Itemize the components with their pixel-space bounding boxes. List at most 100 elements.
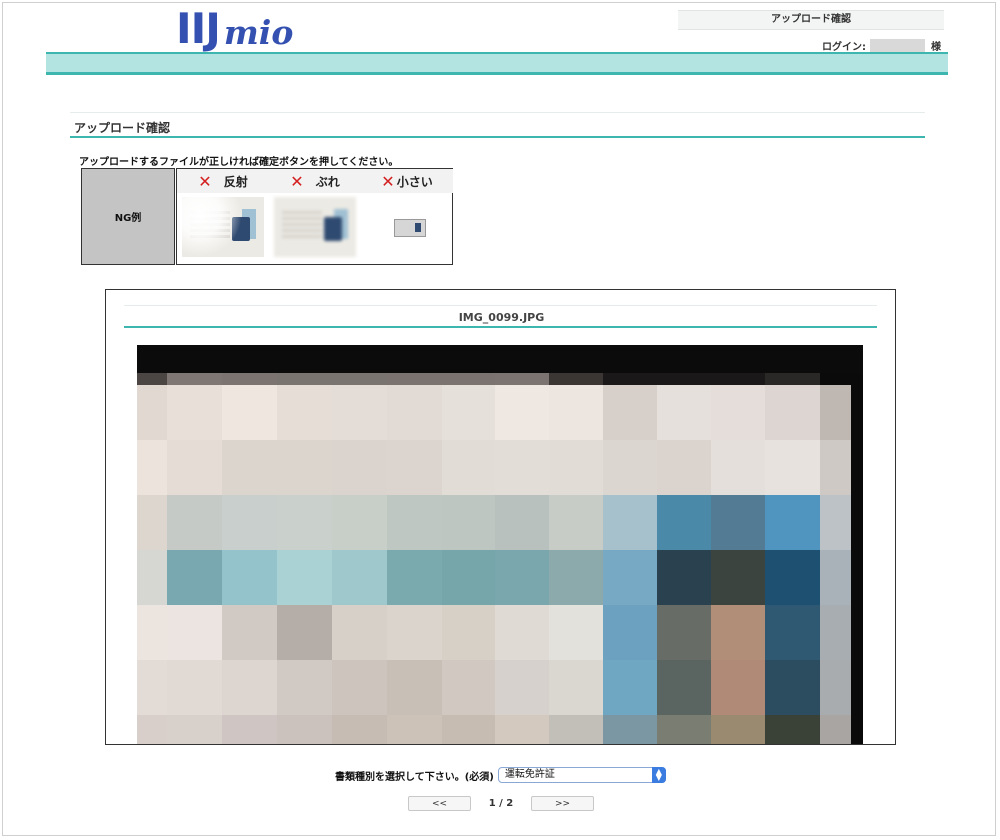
mosaic-tile (495, 385, 549, 440)
mosaic-tile (657, 605, 711, 660)
ng-label-text: NG例 (114, 213, 142, 224)
mosaic-tile (222, 715, 277, 744)
iijmio-logo[interactable]: IIJ mio (176, 6, 293, 50)
mosaic-tile (442, 660, 495, 715)
mosaic-tile (495, 660, 549, 715)
upload-instruction: アップロードするファイルが正しければ確定ボタンを押してください。 (79, 157, 399, 168)
ng-example-blur: ✕ ぶれ (269, 169, 361, 264)
mosaic-tile (137, 550, 167, 605)
mosaic-tile (820, 385, 851, 440)
mosaic-tile (137, 495, 167, 550)
mosaic-tile (549, 440, 603, 495)
mosaic-tile (167, 373, 222, 385)
mosaic-tile (137, 660, 167, 715)
mosaic-tile (711, 385, 765, 440)
mosaic-tile (820, 715, 851, 744)
x-mark-icon: ✕ (198, 171, 212, 191)
mosaic-tile (711, 605, 765, 660)
mosaic-tile (657, 385, 711, 440)
mosaic-tile (332, 605, 387, 660)
mosaic-tile (387, 660, 442, 715)
mosaic-tile (387, 550, 442, 605)
x-mark-icon: ✕ (381, 171, 395, 191)
mosaic-tile (603, 373, 657, 385)
mosaic-tile (549, 495, 603, 550)
mosaic-tile (442, 715, 495, 744)
mosaic-tile (277, 440, 332, 495)
ng-example-reflection: ✕ 反射 (177, 169, 269, 264)
login-info: ログイン: 様 (822, 38, 941, 53)
mosaic-tile (332, 715, 387, 744)
mosaic-tile (442, 495, 495, 550)
mosaic-tile (442, 385, 495, 440)
pager: << 1 / 2 >> (408, 796, 594, 811)
mosaic-tile (387, 715, 442, 744)
mosaic-tile (277, 660, 332, 715)
mosaic-tile (549, 715, 603, 744)
mosaic-tile (495, 440, 549, 495)
mosaic-tile (277, 495, 332, 550)
ng-example-header: ✕ 反射 (177, 169, 269, 193)
mosaic-tile (711, 715, 765, 744)
mosaic-tile (603, 550, 657, 605)
mosaic-tile (277, 385, 332, 440)
mosaic-tile (820, 495, 851, 550)
x-mark-icon: ✕ (290, 171, 304, 191)
uploaded-image-preview: IMG_0099.JPG (105, 289, 896, 745)
section-title: アップロード確認 (74, 121, 171, 135)
ng-example-label: 反射 (223, 174, 248, 189)
document-type-label: 書類種別を選択して下さい。(必須) (335, 771, 494, 783)
mosaic-tile (387, 495, 442, 550)
mosaic-tile (820, 605, 851, 660)
ng-example-header: ✕ ぶれ (269, 169, 361, 193)
mosaic-tile (332, 440, 387, 495)
login-honorific: 様 (931, 42, 941, 53)
mosaic-tile (387, 385, 442, 440)
document-type-select[interactable]: 運転免許証 ▲ ▼ (497, 767, 666, 783)
ng-example-label: 小さい (396, 174, 433, 189)
header-band-line-bottom (46, 72, 948, 75)
mosaic-tile (277, 715, 332, 744)
mosaic-tile (495, 715, 549, 744)
mosaic-tile (549, 550, 603, 605)
mosaic-tile (657, 373, 711, 385)
mosaic-tile (137, 605, 167, 660)
mosaic-tile (277, 605, 332, 660)
mosaic-tile (137, 373, 167, 385)
divider (70, 112, 925, 113)
mosaic-tile (657, 715, 711, 744)
mosaic-tile (137, 385, 167, 440)
prev-page-button[interactable]: << (408, 796, 471, 811)
page-indicator: 1 / 2 (488, 798, 514, 809)
select-arrows-icon: ▲ ▼ (651, 767, 666, 783)
logo-mio: mio (223, 13, 294, 52)
mosaic-tile (603, 385, 657, 440)
mosaic-tile (765, 660, 820, 715)
mosaic-tile (657, 440, 711, 495)
mosaic-tile (820, 440, 851, 495)
logo-iij: IIJ (176, 4, 221, 53)
mosaic-tile (549, 373, 603, 385)
license-thumbnail-small (366, 197, 448, 257)
mosaic-tile (167, 715, 222, 744)
mosaic-tile (603, 495, 657, 550)
mosaic-tile (332, 660, 387, 715)
login-name-redacted (870, 39, 925, 52)
mosaic-tile (222, 660, 277, 715)
mosaic-tile (549, 385, 603, 440)
mosaic-tile (222, 495, 277, 550)
mosaic-tile (332, 385, 387, 440)
mosaic-tile (603, 440, 657, 495)
mosaic-tile (222, 373, 277, 385)
mosaic-tile (442, 605, 495, 660)
preview-underline (124, 326, 877, 328)
mosaic-tile (137, 715, 167, 744)
mosaic-tile (387, 373, 442, 385)
ng-example-too-small: ✕ 小さい (361, 169, 453, 264)
mosaic-tile (332, 550, 387, 605)
next-page-button[interactable]: >> (531, 796, 594, 811)
license-thumbnail-glare (182, 197, 264, 257)
mosaic-tile (495, 495, 549, 550)
mosaic-tile (657, 495, 711, 550)
mosaic-tile (167, 440, 222, 495)
